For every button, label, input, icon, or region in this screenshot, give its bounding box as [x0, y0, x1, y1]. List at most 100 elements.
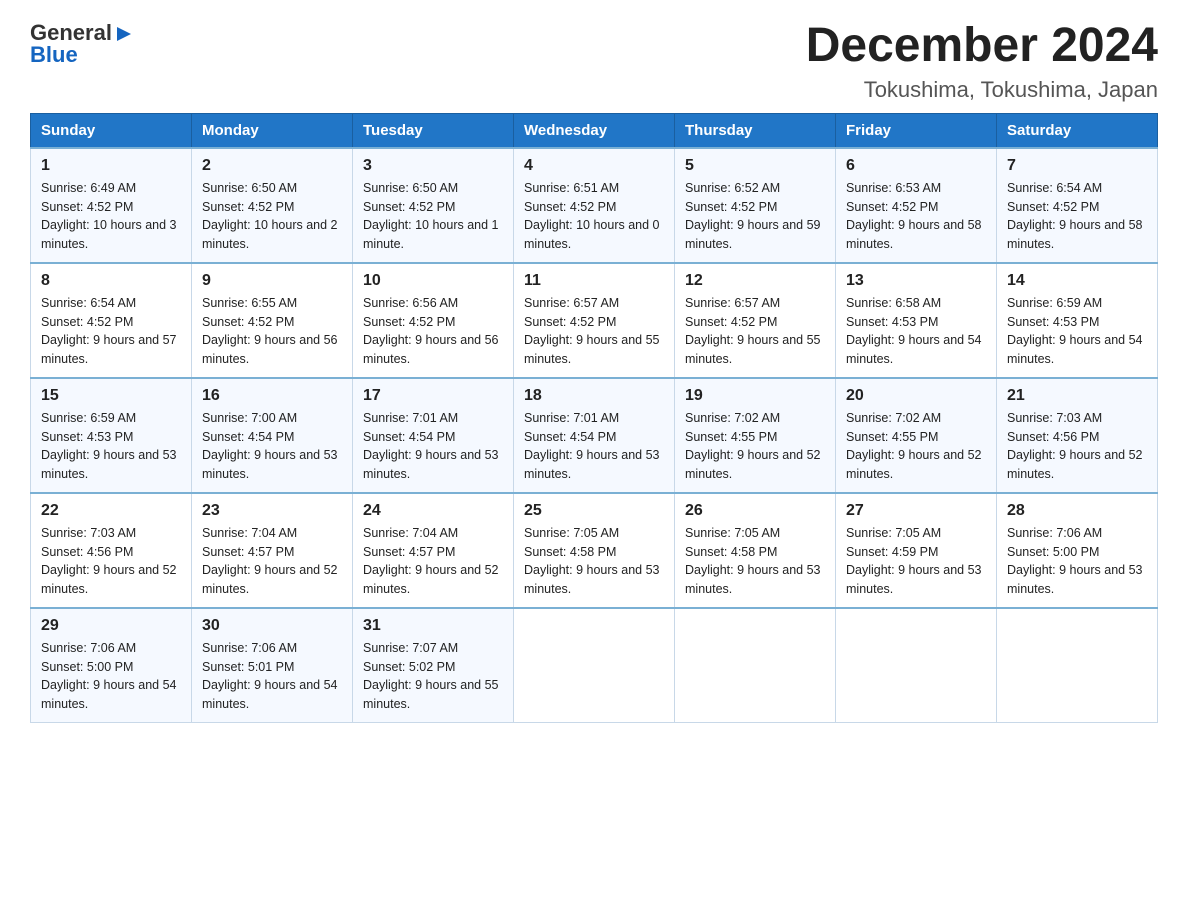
- logo-blue-text: Blue: [30, 42, 78, 68]
- day-number: 31: [363, 617, 503, 635]
- calendar-cell: 4 Sunrise: 6:51 AMSunset: 4:52 PMDaylight…: [514, 148, 675, 263]
- header-monday: Monday: [192, 113, 353, 148]
- calendar-cell: 21Sunrise: 7:03 AMSunset: 4:56 PMDayligh…: [997, 378, 1158, 493]
- location-title: Tokushima, Tokushima, Japan: [806, 77, 1158, 103]
- day-info: Sunrise: 6:56 AMSunset: 4:52 PMDaylight:…: [363, 294, 503, 369]
- day-number: 24: [363, 502, 503, 520]
- day-info: Sunrise: 7:03 AMSunset: 4:56 PMDaylight:…: [41, 524, 181, 599]
- month-title: December 2024: [806, 20, 1158, 73]
- day-number: 8: [41, 272, 181, 290]
- calendar-cell: 3 Sunrise: 6:50 AMSunset: 4:52 PMDaylight…: [353, 148, 514, 263]
- day-info: Sunrise: 7:06 AMSunset: 5:00 PMDaylight:…: [1007, 524, 1147, 599]
- day-info: Sunrise: 7:07 AMSunset: 5:02 PMDaylight:…: [363, 639, 503, 714]
- header-thursday: Thursday: [675, 113, 836, 148]
- day-number: 11: [524, 272, 664, 290]
- day-info: Sunrise: 6:52 AMSunset: 4:52 PMDaylight:…: [685, 179, 825, 254]
- day-info: Sunrise: 6:50 AMSunset: 4:52 PMDaylight:…: [363, 179, 503, 254]
- calendar-cell: 8Sunrise: 6:54 AMSunset: 4:52 PMDaylight…: [31, 263, 192, 378]
- day-info: Sunrise: 7:04 AMSunset: 4:57 PMDaylight:…: [202, 524, 342, 599]
- calendar-cell: 26Sunrise: 7:05 AMSunset: 4:58 PMDayligh…: [675, 493, 836, 608]
- calendar-cell: [514, 608, 675, 723]
- calendar-cell: 5 Sunrise: 6:52 AMSunset: 4:52 PMDaylight…: [675, 148, 836, 263]
- day-info: Sunrise: 6:54 AMSunset: 4:52 PMDaylight:…: [1007, 179, 1147, 254]
- day-info: Sunrise: 7:04 AMSunset: 4:57 PMDaylight:…: [363, 524, 503, 599]
- header-tuesday: Tuesday: [353, 113, 514, 148]
- page-header: General Blue December 2024 Tokushima, To…: [30, 20, 1158, 103]
- calendar-cell: 6 Sunrise: 6:53 AMSunset: 4:52 PMDaylight…: [836, 148, 997, 263]
- day-info: Sunrise: 6:58 AMSunset: 4:53 PMDaylight:…: [846, 294, 986, 369]
- logo: General Blue: [30, 20, 133, 68]
- calendar-cell: 11Sunrise: 6:57 AMSunset: 4:52 PMDayligh…: [514, 263, 675, 378]
- day-info: Sunrise: 7:02 AMSunset: 4:55 PMDaylight:…: [685, 409, 825, 484]
- day-info: Sunrise: 7:06 AMSunset: 5:00 PMDaylight:…: [41, 639, 181, 714]
- calendar-cell: 30 Sunrise: 7:06 AMSunset: 5:01 PMDayligh…: [192, 608, 353, 723]
- day-number: 19: [685, 387, 825, 405]
- day-number: 18: [524, 387, 664, 405]
- day-number: 14: [1007, 272, 1147, 290]
- day-info: Sunrise: 7:01 AMSunset: 4:54 PMDaylight:…: [363, 409, 503, 484]
- calendar-week-row: 22 Sunrise: 7:03 AMSunset: 4:56 PMDayligh…: [31, 493, 1158, 608]
- day-number: 13: [846, 272, 986, 290]
- day-info: Sunrise: 7:05 AMSunset: 4:59 PMDaylight:…: [846, 524, 986, 599]
- calendar-cell: 14Sunrise: 6:59 AMSunset: 4:53 PMDayligh…: [997, 263, 1158, 378]
- day-number: 29: [41, 617, 181, 635]
- day-number: 15: [41, 387, 181, 405]
- day-info: Sunrise: 7:01 AMSunset: 4:54 PMDaylight:…: [524, 409, 664, 484]
- calendar-week-row: 15 Sunrise: 6:59 AMSunset: 4:53 PMDayligh…: [31, 378, 1158, 493]
- logo-arrow-icon: [115, 25, 133, 43]
- calendar-cell: 18 Sunrise: 7:01 AMSunset: 4:54 PMDayligh…: [514, 378, 675, 493]
- calendar-header-row: SundayMondayTuesdayWednesdayThursdayFrid…: [31, 113, 1158, 148]
- title-block: December 2024 Tokushima, Tokushima, Japa…: [806, 20, 1158, 103]
- day-info: Sunrise: 6:50 AMSunset: 4:52 PMDaylight:…: [202, 179, 342, 254]
- day-info: Sunrise: 7:02 AMSunset: 4:55 PMDaylight:…: [846, 409, 986, 484]
- calendar-cell: [997, 608, 1158, 723]
- calendar-cell: [675, 608, 836, 723]
- day-number: 1: [41, 157, 181, 175]
- header-wednesday: Wednesday: [514, 113, 675, 148]
- day-info: Sunrise: 7:06 AMSunset: 5:01 PMDaylight:…: [202, 639, 342, 714]
- day-number: 17: [363, 387, 503, 405]
- day-number: 30: [202, 617, 342, 635]
- day-number: 21: [1007, 387, 1147, 405]
- calendar-cell: 2 Sunrise: 6:50 AMSunset: 4:52 PMDaylight…: [192, 148, 353, 263]
- day-number: 10: [363, 272, 503, 290]
- calendar-cell: [836, 608, 997, 723]
- header-saturday: Saturday: [997, 113, 1158, 148]
- day-info: Sunrise: 7:05 AMSunset: 4:58 PMDaylight:…: [685, 524, 825, 599]
- day-info: Sunrise: 6:49 AMSunset: 4:52 PMDaylight:…: [41, 179, 181, 254]
- calendar-cell: 24 Sunrise: 7:04 AMSunset: 4:57 PMDayligh…: [353, 493, 514, 608]
- day-number: 2: [202, 157, 342, 175]
- day-number: 7: [1007, 157, 1147, 175]
- day-number: 6: [846, 157, 986, 175]
- calendar-cell: 31 Sunrise: 7:07 AMSunset: 5:02 PMDayligh…: [353, 608, 514, 723]
- calendar-table: SundayMondayTuesdayWednesdayThursdayFrid…: [30, 113, 1158, 723]
- day-number: 9: [202, 272, 342, 290]
- day-info: Sunrise: 7:05 AMSunset: 4:58 PMDaylight:…: [524, 524, 664, 599]
- day-info: Sunrise: 6:51 AMSunset: 4:52 PMDaylight:…: [524, 179, 664, 254]
- calendar-cell: 9Sunrise: 6:55 AMSunset: 4:52 PMDaylight…: [192, 263, 353, 378]
- day-info: Sunrise: 6:53 AMSunset: 4:52 PMDaylight:…: [846, 179, 986, 254]
- calendar-cell: 19 Sunrise: 7:02 AMSunset: 4:55 PMDayligh…: [675, 378, 836, 493]
- day-number: 28: [1007, 502, 1147, 520]
- calendar-cell: 23 Sunrise: 7:04 AMSunset: 4:57 PMDayligh…: [192, 493, 353, 608]
- day-number: 16: [202, 387, 342, 405]
- calendar-week-row: 29 Sunrise: 7:06 AMSunset: 5:00 PMDayligh…: [31, 608, 1158, 723]
- calendar-week-row: 1 Sunrise: 6:49 AMSunset: 4:52 PMDaylight…: [31, 148, 1158, 263]
- calendar-cell: 20 Sunrise: 7:02 AMSunset: 4:55 PMDayligh…: [836, 378, 997, 493]
- day-number: 22: [41, 502, 181, 520]
- day-number: 5: [685, 157, 825, 175]
- calendar-cell: 1 Sunrise: 6:49 AMSunset: 4:52 PMDaylight…: [31, 148, 192, 263]
- day-info: Sunrise: 7:00 AMSunset: 4:54 PMDaylight:…: [202, 409, 342, 484]
- calendar-cell: 12Sunrise: 6:57 AMSunset: 4:52 PMDayligh…: [675, 263, 836, 378]
- calendar-cell: 15 Sunrise: 6:59 AMSunset: 4:53 PMDayligh…: [31, 378, 192, 493]
- day-number: 4: [524, 157, 664, 175]
- calendar-cell: 28 Sunrise: 7:06 AMSunset: 5:00 PMDayligh…: [997, 493, 1158, 608]
- day-number: 23: [202, 502, 342, 520]
- day-number: 3: [363, 157, 503, 175]
- day-number: 12: [685, 272, 825, 290]
- calendar-week-row: 8Sunrise: 6:54 AMSunset: 4:52 PMDaylight…: [31, 263, 1158, 378]
- day-number: 20: [846, 387, 986, 405]
- calendar-cell: 27Sunrise: 7:05 AMSunset: 4:59 PMDayligh…: [836, 493, 997, 608]
- day-info: Sunrise: 6:59 AMSunset: 4:53 PMDaylight:…: [41, 409, 181, 484]
- header-friday: Friday: [836, 113, 997, 148]
